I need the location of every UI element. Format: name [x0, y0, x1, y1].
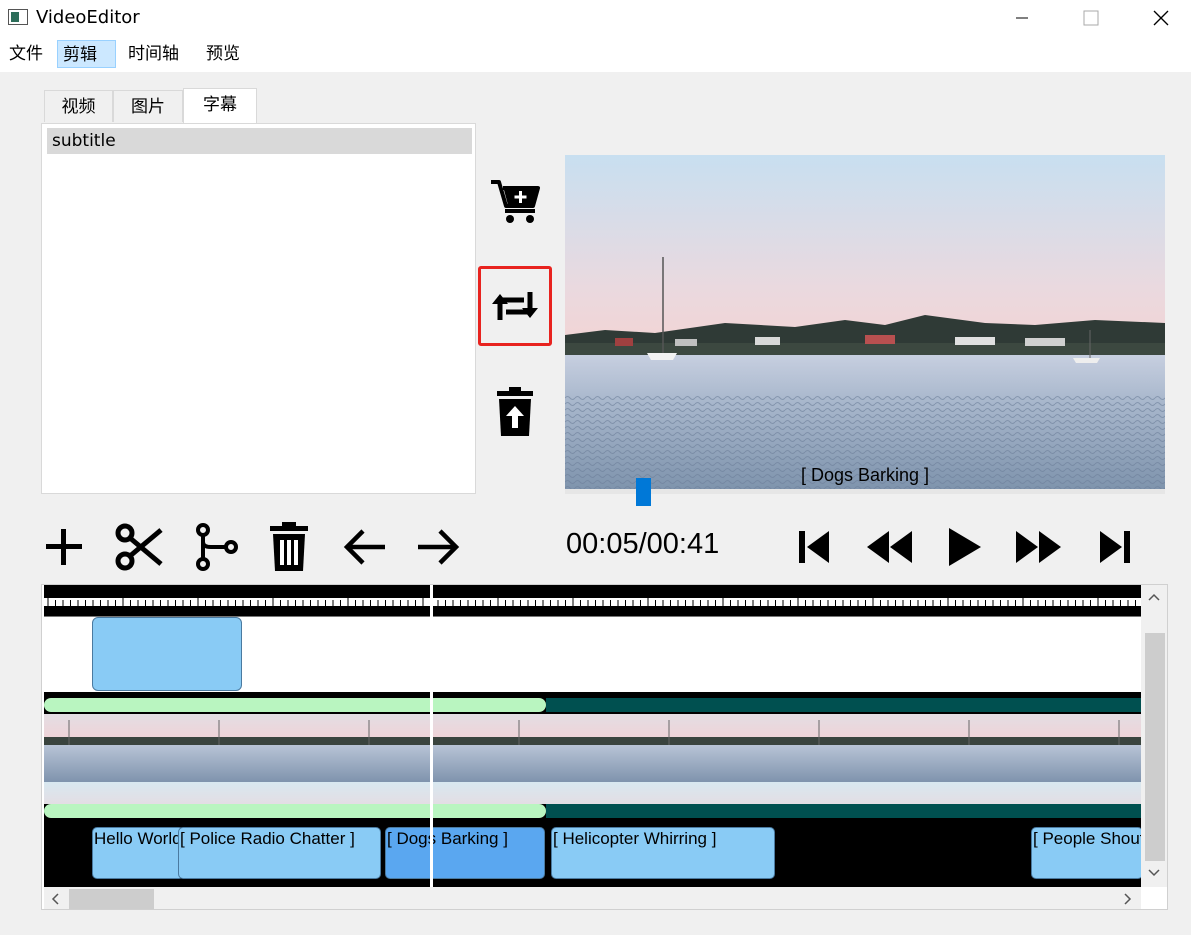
tab-video[interactable]: 视频 [44, 90, 113, 122]
cart-plus-icon [491, 180, 540, 223]
horizontal-scroll-thumb[interactable] [69, 889, 154, 909]
skip-start-icon [799, 531, 829, 563]
vertical-scrollbar[interactable] [1141, 585, 1167, 887]
fast-forward-button[interactable] [1012, 520, 1066, 574]
ruler-ticks [44, 593, 1141, 606]
close-button[interactable] [1138, 0, 1184, 36]
menu-bar: 文件 剪辑 时间轴 预览 [0, 36, 1191, 72]
image-clip[interactable] [92, 617, 242, 691]
timeline[interactable]: Hello World [ Police Radio Chatter ] [ D… [41, 584, 1168, 910]
add-to-timeline-button[interactable] [478, 172, 552, 230]
skip-start-button[interactable] [787, 520, 841, 574]
maximize-icon [1083, 10, 1099, 26]
list-item[interactable]: subtitle [47, 128, 472, 154]
scroll-left-icon [51, 893, 59, 905]
timeline-ruler[interactable] [44, 585, 1141, 616]
tab-image[interactable]: 图片 [113, 90, 183, 122]
fast-forward-icon [1016, 531, 1061, 563]
library-list[interactable]: subtitle [41, 123, 476, 494]
maximize-button[interactable] [1068, 0, 1114, 36]
seek-bar[interactable] [565, 489, 1165, 494]
move-left-button[interactable] [337, 520, 391, 574]
preview-caption: [ Dogs Barking ] [801, 465, 929, 485]
playhead[interactable] [430, 585, 433, 887]
replace-icon [492, 292, 538, 320]
split-button[interactable] [188, 520, 242, 574]
video-track[interactable] [44, 692, 1141, 823]
minimize-button[interactable] [999, 0, 1045, 36]
scissors-icon [115, 523, 163, 571]
subtitle-clip[interactable]: Hello World [92, 827, 184, 879]
video-frame: [ Dogs Barking ] [565, 155, 1165, 489]
title-bar: VideoEditor [0, 0, 1191, 36]
subtitle-clip-selected[interactable]: [ Dogs Barking ] [385, 827, 545, 879]
window-title: VideoEditor [36, 7, 140, 28]
delete-icon [270, 522, 308, 571]
skip-end-button[interactable] [1088, 520, 1142, 574]
remove-from-timeline-button[interactable] [478, 384, 552, 440]
arrow-right-icon [418, 529, 460, 565]
menu-edit[interactable]: 剪辑 [57, 40, 116, 68]
trash-upload-icon [497, 387, 533, 436]
horizontal-scrollbar[interactable] [44, 887, 1141, 909]
minimize-icon [1016, 17, 1028, 19]
replace-button[interactable] [478, 266, 552, 346]
subtitle-track[interactable]: Hello World [ Police Radio Chatter ] [ D… [44, 823, 1143, 887]
close-icon [1153, 10, 1169, 26]
add-icon [46, 529, 82, 565]
scroll-right-icon [1124, 893, 1132, 905]
vertical-scroll-thumb[interactable] [1145, 633, 1165, 861]
image-track[interactable] [44, 616, 1141, 692]
rewind-button[interactable] [862, 520, 916, 574]
delete-button[interactable] [262, 520, 316, 574]
cut-button[interactable] [112, 520, 166, 574]
video-thumbnails [44, 698, 1141, 818]
add-button[interactable] [37, 520, 91, 574]
play-button[interactable] [937, 520, 991, 574]
app-icon [8, 9, 28, 25]
subtitle-clip[interactable]: [ People Shouting ] [1031, 827, 1143, 879]
scroll-down-icon [1148, 869, 1160, 877]
play-icon [949, 528, 981, 566]
subtitle-clip[interactable]: [ Helicopter Whirring ] [551, 827, 775, 879]
menu-preview[interactable]: 预览 [201, 40, 245, 68]
scroll-up-icon [1148, 593, 1160, 601]
skip-end-icon [1100, 531, 1130, 563]
tab-subtitle[interactable]: 字幕 [183, 88, 257, 124]
split-icon [196, 523, 238, 571]
seek-handle[interactable] [636, 478, 651, 506]
move-right-button[interactable] [412, 520, 466, 574]
menu-file[interactable]: 文件 [4, 40, 48, 68]
timecode: 00:05/00:41 [566, 528, 720, 560]
subtitle-clip[interactable]: [ Police Radio Chatter ] [178, 827, 381, 879]
arrow-left-icon [343, 529, 385, 565]
rewind-icon [867, 531, 912, 563]
menu-timeline[interactable]: 时间轴 [123, 40, 184, 68]
video-preview[interactable]: [ Dogs Barking ] [565, 155, 1165, 489]
